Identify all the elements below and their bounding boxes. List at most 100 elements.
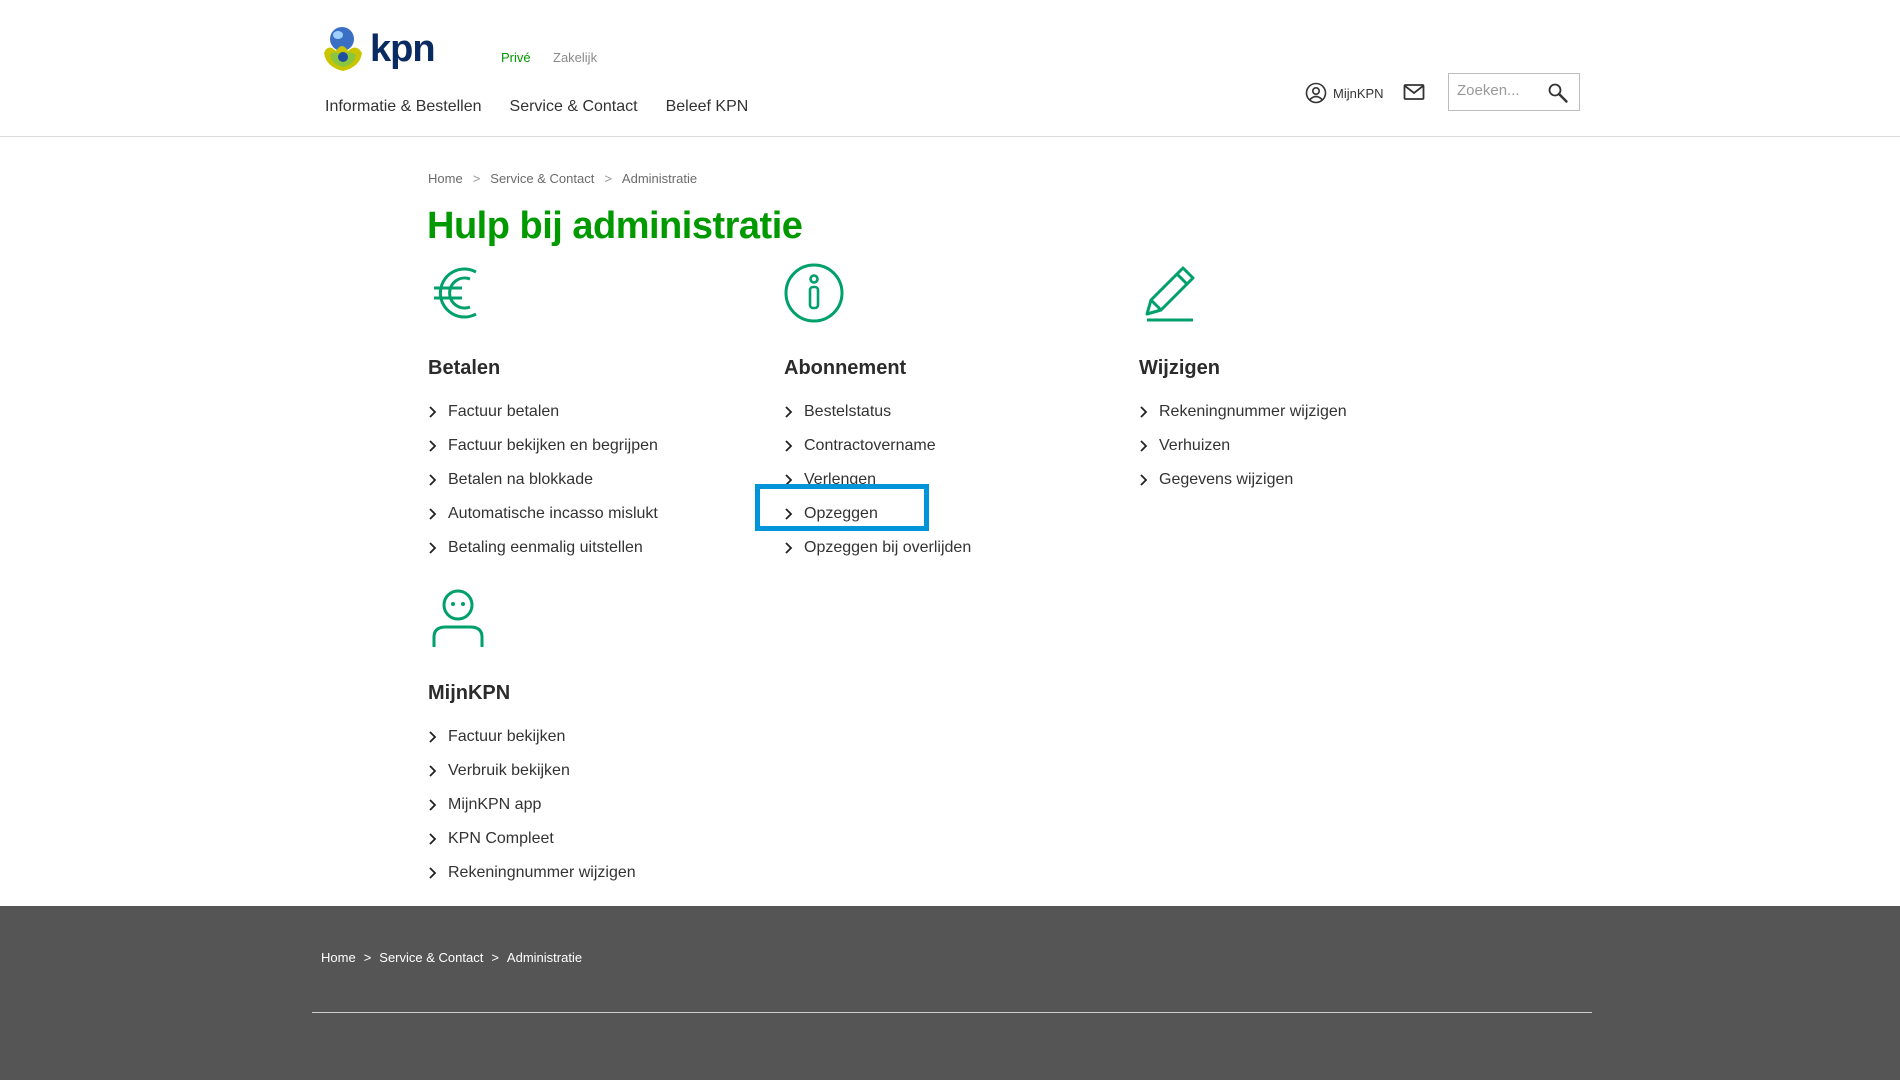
logo-wordmark: kpn: [370, 27, 436, 70]
link-kpn-compleet[interactable]: KPN Compleet: [428, 822, 758, 856]
chevron-right-icon: >: [472, 171, 481, 186]
chevron-right-icon: [785, 542, 793, 554]
link-factuur-betalen[interactable]: Factuur betalen: [428, 395, 758, 429]
search-input[interactable]: [1457, 82, 1547, 99]
mail-button[interactable]: [1403, 83, 1425, 101]
chevron-right-icon: [429, 508, 437, 520]
site-header: kpn Privé Zakelijk Informatie & Bestelle…: [0, 0, 1900, 137]
euro-icon: [434, 267, 477, 319]
info-icon: [784, 263, 844, 323]
main-nav: Informatie & Bestellen Service & Contact…: [325, 98, 748, 116]
footer-breadcrumb-service-contact[interactable]: Service & Contact: [379, 950, 483, 965]
mijnkpn-label: MijnKPN: [1333, 85, 1384, 101]
breadcrumb-service-contact[interactable]: Service & Contact: [490, 171, 594, 186]
link-label: KPN Compleet: [448, 830, 554, 847]
breadcrumb: Home > Service & Contact > Administratie: [428, 171, 697, 186]
link-label: Verlengen: [804, 471, 877, 488]
chevron-right-icon: [785, 406, 793, 418]
column-abonnement: Abonnement Bestelstatus Contractovername…: [784, 262, 1114, 565]
column-title-mijnkpn: MijnKPN: [428, 682, 511, 704]
chevron-right-icon: [429, 406, 437, 418]
pencil-icon: [1145, 266, 1195, 322]
person-icon: [432, 589, 484, 647]
search-box: [1448, 73, 1580, 111]
link-bestelstatus[interactable]: Bestelstatus: [784, 395, 1114, 429]
chevron-right-icon: >: [363, 950, 372, 965]
chevron-right-icon: >: [604, 171, 612, 186]
link-mijnkpn-app[interactable]: MijnKPN app: [428, 788, 758, 822]
link-label: Verbruik bekijken: [448, 762, 570, 779]
kpn-logo[interactable]: kpn: [320, 22, 440, 76]
chevron-right-icon: [429, 542, 437, 554]
chevron-right-icon: [429, 833, 437, 845]
column-title-betalen: Betalen: [428, 357, 501, 379]
link-label: Rekeningnummer wijzigen: [448, 864, 636, 881]
link-contractovername[interactable]: Contractovername: [784, 429, 1114, 463]
link-betalen-na-blokkade[interactable]: Betalen na blokkade: [428, 463, 758, 497]
chevron-right-icon: [429, 867, 437, 879]
link-label: Factuur betalen: [448, 403, 560, 420]
breadcrumb-current: Administratie: [621, 171, 698, 186]
link-list-mijnkpn: Factuur bekijken Verbruik bekijken MijnK…: [428, 720, 758, 890]
footer-breadcrumb-home[interactable]: Home: [321, 950, 356, 965]
link-label: Gegevens wijzigen: [1159, 471, 1294, 488]
footer-breadcrumb: Home > Service & Contact > Administratie: [321, 950, 582, 965]
segment-zakelijk[interactable]: Zakelijk: [553, 50, 597, 65]
magnifier-icon[interactable]: [1547, 82, 1569, 104]
link-mijnkpn-rekeningnummer-wijzigen[interactable]: Rekeningnummer wijzigen: [428, 856, 758, 890]
chevron-right-icon: [1140, 474, 1148, 486]
column-title-abonnement: Abonnement: [784, 357, 907, 379]
chevron-right-icon: [785, 508, 793, 520]
chevron-right-icon: [785, 440, 793, 452]
link-verhuizen[interactable]: Verhuizen: [1139, 429, 1469, 463]
link-gegevens-wijzigen[interactable]: Gegevens wijzigen: [1139, 463, 1469, 497]
column-wijzigen: Wijzigen Rekeningnummer wijzigen Verhuiz…: [1139, 262, 1469, 497]
column-title-wijzigen: Wijzigen: [1139, 357, 1220, 379]
nav-service-contact[interactable]: Service & Contact: [510, 98, 638, 116]
link-label: Betalen na blokkade: [448, 471, 593, 488]
link-factuur-bekijken-begrijpen[interactable]: Factuur bekijken en begrijpen: [428, 429, 758, 463]
breadcrumb-home[interactable]: Home: [428, 171, 463, 186]
chevron-right-icon: [429, 474, 437, 486]
chevron-right-icon: [429, 765, 437, 777]
column-betalen: Betalen Factuur betalen Factuur bekijken…: [428, 262, 758, 565]
chevron-right-icon: [429, 731, 437, 743]
mijnkpn-link[interactable]: MijnKPN: [1305, 82, 1384, 104]
link-label: Opzeggen bij overlijden: [804, 539, 972, 556]
site-footer: Home > Service & Contact > Administratie: [0, 906, 1900, 1080]
link-verlengen[interactable]: Verlengen: [784, 463, 1114, 497]
nav-informatie-bestellen[interactable]: Informatie & Bestellen: [325, 98, 482, 116]
link-automatische-incasso-mislukt[interactable]: Automatische incasso mislukt: [428, 497, 758, 531]
segment-prive[interactable]: Privé: [501, 50, 531, 65]
link-list-abonnement: Bestelstatus Contractovername Verlengen …: [784, 395, 1114, 565]
link-label: Opzeggen: [804, 505, 878, 522]
link-label: Betaling eenmalig uitstellen: [448, 539, 643, 556]
footer-breadcrumb-current: Administratie: [506, 950, 583, 965]
link-label: Factuur bekijken en begrijpen: [448, 437, 658, 454]
chevron-right-icon: [1140, 406, 1148, 418]
column-mijnkpn: MijnKPN Factuur bekijken Verbruik bekijk…: [428, 587, 758, 890]
link-opzeggen[interactable]: Opzeggen: [784, 497, 1114, 531]
link-list-wijzigen: Rekeningnummer wijzigen Verhuizen Gegeve…: [1139, 395, 1469, 497]
chevron-right-icon: [429, 799, 437, 811]
link-list-betalen: Factuur betalen Factuur bekijken en begr…: [428, 395, 758, 565]
nav-beleef-kpn[interactable]: Beleef KPN: [666, 98, 749, 116]
link-opzeggen-bij-overlijden[interactable]: Opzeggen bij overlijden: [784, 531, 1114, 565]
chevron-right-icon: [429, 440, 437, 452]
footer-divider: [312, 1012, 1592, 1013]
chevron-right-icon: >: [491, 950, 499, 965]
link-factuur-bekijken[interactable]: Factuur bekijken: [428, 720, 758, 754]
user-circle-icon: [1305, 82, 1327, 104]
envelope-icon: [1403, 84, 1425, 100]
chevron-right-icon: [1140, 440, 1148, 452]
link-label: Factuur bekijken: [448, 728, 566, 745]
link-verbruik-bekijken[interactable]: Verbruik bekijken: [428, 754, 758, 788]
link-label: Verhuizen: [1159, 437, 1231, 454]
link-label: MijnKPN app: [448, 796, 542, 813]
kpn-crown-icon: [324, 27, 362, 71]
link-betaling-eenmalig-uitstellen[interactable]: Betaling eenmalig uitstellen: [428, 531, 758, 565]
link-label: Automatische incasso mislukt: [448, 505, 658, 522]
chevron-right-icon: [785, 474, 793, 486]
link-label: Rekeningnummer wijzigen: [1159, 403, 1347, 420]
link-rekeningnummer-wijzigen[interactable]: Rekeningnummer wijzigen: [1139, 395, 1469, 429]
